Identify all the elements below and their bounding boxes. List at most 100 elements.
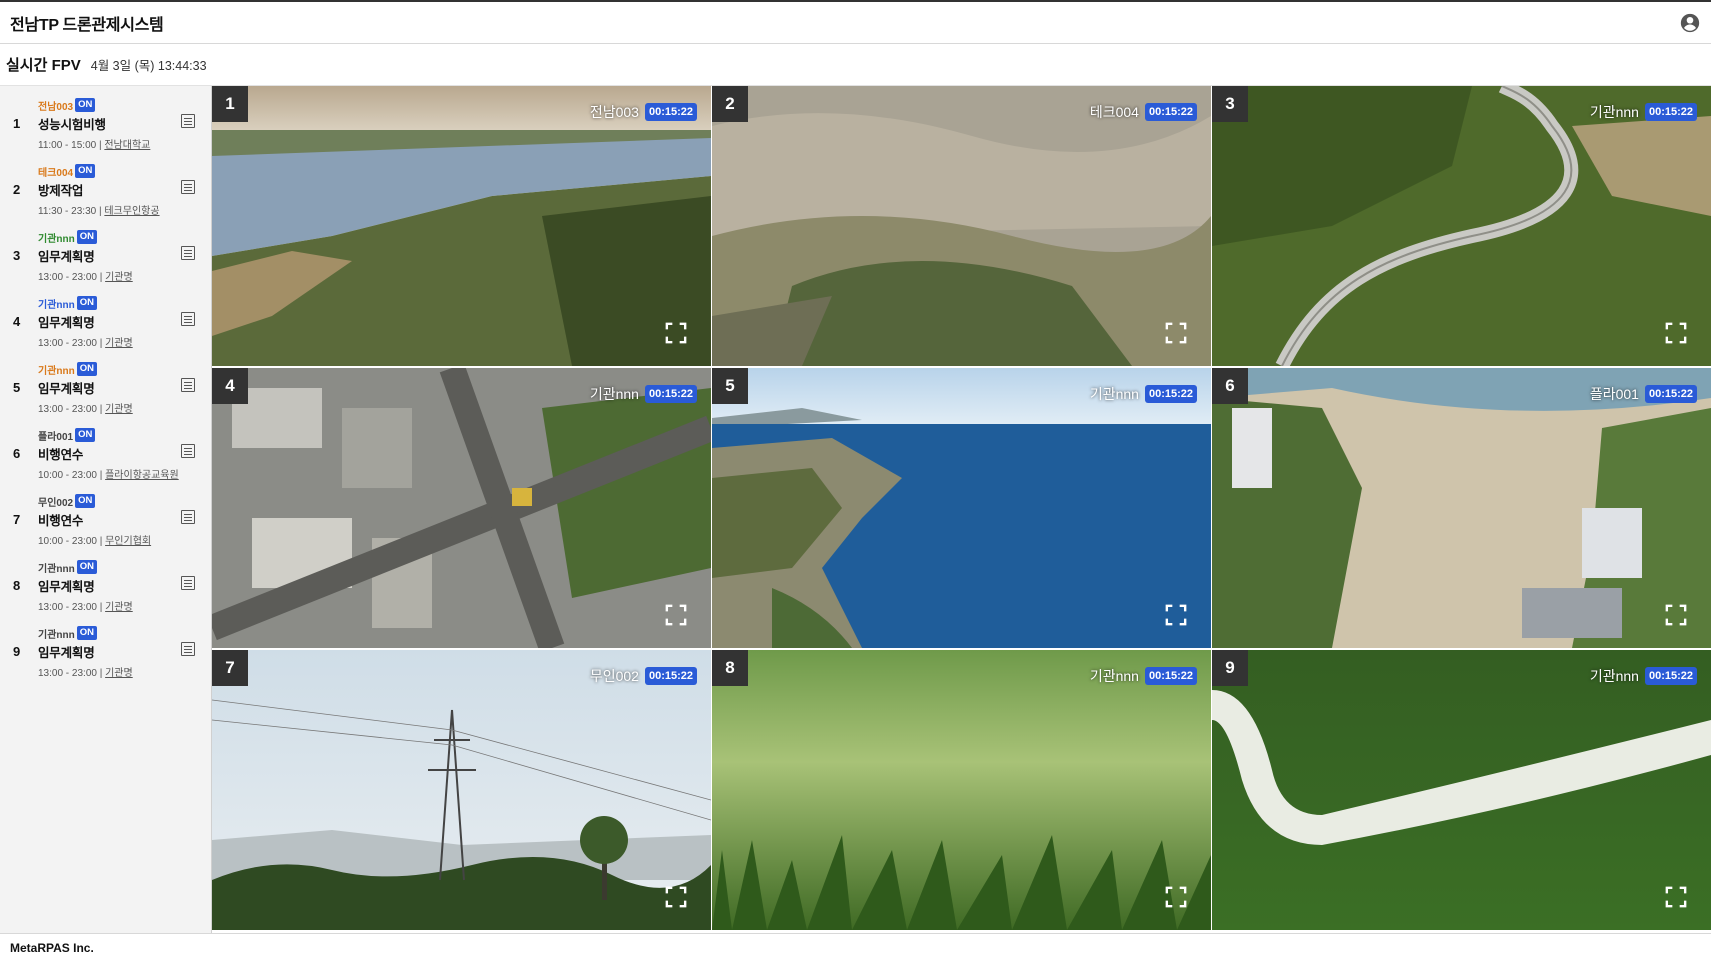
drone-code: 기관nnn <box>38 629 75 641</box>
flight-number: 7 <box>13 512 21 527</box>
tile-number: 9 <box>1212 650 1248 686</box>
fpv-tile-8[interactable]: 8 기관nnn 00:15:22 <box>712 650 1211 930</box>
drone-code: 플라001 <box>38 431 74 443</box>
flight-time: 13:00 - 23:00 | <box>38 668 103 679</box>
flight-time: 13:00 - 23:00 | <box>38 272 103 283</box>
tile-drone-code: 전남003 <box>589 104 639 120</box>
app-root: 전남TP 드론관제시스템 실시간 FPV 4월 3일 (목) 13:44:33 … <box>0 0 1711 961</box>
flight-item-7[interactable]: 7 무인002 ON 비행연수 10:00 - 23:00 | 무인기협회 <box>0 482 211 548</box>
elapsed-time-badge: 00:15:22 <box>1644 103 1697 121</box>
fullscreen-icon[interactable] <box>665 886 687 908</box>
flight-time: 13:00 - 23:00 | <box>38 338 103 349</box>
fpv-tile-2[interactable]: 2 테크004 00:15:22 <box>712 86 1211 366</box>
list-detail-icon[interactable] <box>181 246 195 260</box>
current-datetime: 4월 3일 (목) 13:44:33 <box>90 59 207 73</box>
fpv-tile-1[interactable]: 1 전남003 00:15:22 <box>212 86 711 366</box>
fpv-tile-5[interactable]: 5 기관nnn 00:15:22 <box>712 368 1211 648</box>
org-link[interactable]: 테크무인항공 <box>104 206 159 217</box>
flight-item-4[interactable]: 4 기관nnn ON 임무계획명 13:00 - 23:00 | 기관명 <box>0 284 211 350</box>
flight-number: 4 <box>13 314 21 329</box>
elapsed-time-badge: 00:15:22 <box>1144 385 1197 403</box>
fpv-tile-6[interactable]: 6 플라001 00:15:22 <box>1212 368 1711 648</box>
flight-item-2[interactable]: 2 테크004 ON 방제작업 11:30 - 23:30 | 테크무인항공 <box>0 152 211 218</box>
fpv-tile-7[interactable]: 7 무인002 00:15:22 <box>212 650 711 930</box>
list-detail-icon[interactable] <box>181 114 195 128</box>
drone-code: 전남003 <box>38 101 74 113</box>
video-frame-road <box>1212 86 1711 366</box>
flight-item-5[interactable]: 5 기관nnn ON 임무계획명 13:00 - 23:00 | 기관명 <box>0 350 211 416</box>
video-frame-coast <box>712 368 1211 648</box>
tile-drone-code: 기관nnn <box>1089 668 1139 684</box>
tile-drone-code: 플라001 <box>1589 386 1639 402</box>
fpv-tile-9[interactable]: 9 기관nnn 00:15:22 <box>1212 650 1711 930</box>
list-detail-icon[interactable] <box>181 642 195 656</box>
sub-header: 실시간 FPV 4월 3일 (목) 13:44:33 <box>0 44 1711 86</box>
status-badge: ON <box>76 626 97 640</box>
elapsed-time-badge: 00:15:22 <box>1144 667 1197 685</box>
fullscreen-icon[interactable] <box>1165 604 1187 626</box>
flight-number: 2 <box>13 182 21 197</box>
org-link[interactable]: 기관명 <box>105 338 133 349</box>
status-badge: ON <box>76 296 97 310</box>
flight-number: 9 <box>13 644 21 659</box>
flight-item-3[interactable]: 3 기관nnn ON 임무계획명 13:00 - 23:00 | 기관명 <box>0 218 211 284</box>
list-detail-icon[interactable] <box>181 180 195 194</box>
list-detail-icon[interactable] <box>181 576 195 590</box>
list-detail-icon[interactable] <box>181 510 195 524</box>
fullscreen-icon[interactable] <box>665 322 687 344</box>
fpv-tile-3[interactable]: 3 기관nnn 00:15:22 <box>1212 86 1711 366</box>
video-frame-beach <box>1212 368 1711 648</box>
tile-drone-code: 기관nnn <box>1089 386 1139 402</box>
tile-drone-code: 기관nnn <box>1589 668 1639 684</box>
status-badge: ON <box>75 164 96 178</box>
tile-number: 1 <box>212 86 248 122</box>
status-badge: ON <box>75 428 96 442</box>
video-frame-hills <box>712 86 1211 366</box>
top-header: 전남TP 드론관제시스템 <box>0 0 1711 44</box>
flight-number: 5 <box>13 380 21 395</box>
org-link[interactable]: 플라이항공교육원 <box>105 470 179 481</box>
tile-drone-code: 기관nnn <box>1589 104 1639 120</box>
status-badge: ON <box>76 362 97 376</box>
org-link[interactable]: 무인기협회 <box>105 536 151 547</box>
tile-number: 7 <box>212 650 248 686</box>
drone-code: 기관nnn <box>38 563 75 575</box>
fullscreen-icon[interactable] <box>1165 322 1187 344</box>
fullscreen-icon[interactable] <box>1165 886 1187 908</box>
video-frame-city <box>212 368 711 648</box>
drone-code: 기관nnn <box>38 365 75 377</box>
list-detail-icon[interactable] <box>181 378 195 392</box>
app-title: 전남TP 드론관제시스템 <box>10 16 164 34</box>
fullscreen-icon[interactable] <box>1665 604 1687 626</box>
elapsed-time-badge: 00:15:22 <box>1644 667 1697 685</box>
org-link[interactable]: 기관명 <box>105 272 133 283</box>
flight-item-6[interactable]: 6 플라001 ON 비행연수 10:00 - 23:00 | 플라이항공교육원 <box>0 416 211 482</box>
fullscreen-icon[interactable] <box>1665 322 1687 344</box>
org-link[interactable]: 기관명 <box>105 404 133 415</box>
page-title: 실시간 FPV <box>6 57 81 74</box>
status-badge: ON <box>76 560 97 574</box>
org-link[interactable]: 기관명 <box>105 668 133 679</box>
flight-item-1[interactable]: 1 전남003 ON 성능시험비행 11:00 - 15:00 | 전남대학교 <box>0 86 211 152</box>
flight-number: 8 <box>13 578 21 593</box>
fullscreen-icon[interactable] <box>1665 886 1687 908</box>
org-link[interactable]: 기관명 <box>105 602 133 613</box>
list-detail-icon[interactable] <box>181 312 195 326</box>
list-detail-icon[interactable] <box>181 444 195 458</box>
fullscreen-icon[interactable] <box>665 604 687 626</box>
org-link[interactable]: 전남대학교 <box>104 140 150 151</box>
flight-item-9[interactable]: 9 기관nnn ON 임무계획명 13:00 - 23:00 | 기관명 <box>0 614 211 680</box>
tile-number: 8 <box>712 650 748 686</box>
flight-item-8[interactable]: 8 기관nnn ON 임무계획명 13:00 - 23:00 | 기관명 <box>0 548 211 614</box>
tile-number: 2 <box>712 86 748 122</box>
account-circle-icon[interactable] <box>1679 12 1701 34</box>
status-badge: ON <box>75 98 96 112</box>
fpv-tile-4[interactable]: 4 기관nnn 00:15:22 <box>212 368 711 648</box>
drone-code: 기관nnn <box>38 233 75 245</box>
elapsed-time-badge: 00:15:22 <box>1644 385 1697 403</box>
flight-time: 11:00 - 15:00 | <box>38 140 102 151</box>
footer: MetaRPAS Inc. <box>0 933 1711 961</box>
fpv-video-grid: 1 전남003 00:15:22 2 테크004 00:15:22 3 기관nn… <box>212 86 1711 931</box>
video-frame-grass <box>712 650 1211 930</box>
drone-code: 기관nnn <box>38 299 75 311</box>
